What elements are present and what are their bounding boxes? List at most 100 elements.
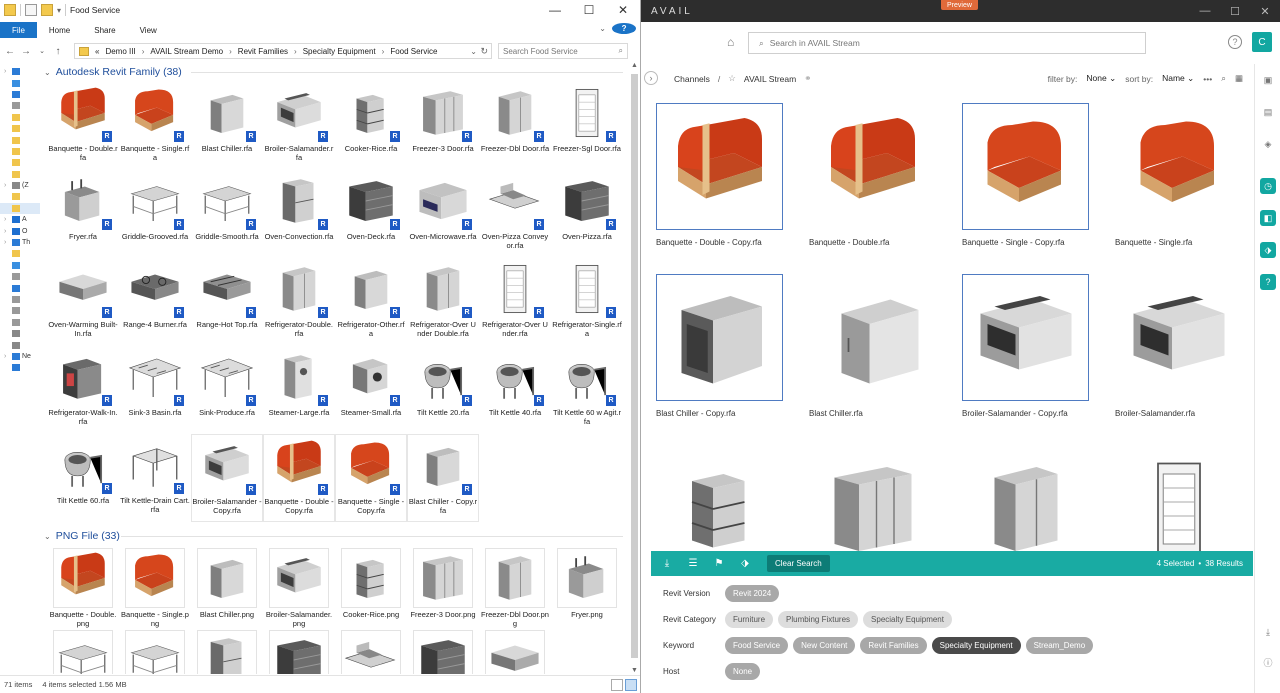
file-tile[interactable]: Blast Chiller.png xyxy=(191,546,263,628)
file-tile[interactable]: R Freezer-Sgl Door.rfa xyxy=(551,82,623,170)
minimize-button[interactable]: — xyxy=(1190,0,1220,22)
breadcrumb[interactable]: « Demo III › AVAIL Stream Demo › Revit Fam… xyxy=(74,43,492,59)
file-tile[interactable]: R Refrigerator-Other.rfa xyxy=(335,258,407,346)
home-icon[interactable]: ⌂ xyxy=(727,35,734,49)
file-tile[interactable]: R Refrigerator-Over Under Double.rfa xyxy=(407,258,479,346)
tab-view[interactable]: View xyxy=(128,22,169,38)
tab-home[interactable]: Home xyxy=(37,22,82,38)
large-icons-view-icon[interactable] xyxy=(625,678,637,691)
download-icon[interactable]: ⤓ xyxy=(657,558,677,569)
asset-card[interactable]: Blast Chiller.rfa xyxy=(809,274,936,418)
file-tile[interactable]: Freezer-3 Door.png xyxy=(407,546,479,628)
file-tile[interactable]: R Blast Chiller - Copy.rfa xyxy=(407,434,479,522)
nav-pane-item[interactable] xyxy=(0,100,40,111)
asset-card[interactable]: Broiler-Salamander - Copy.rfa xyxy=(962,274,1089,418)
crumb-demo-iii[interactable]: Demo III xyxy=(105,47,135,56)
file-tile[interactable]: R Cooker-Rice.rfa xyxy=(335,82,407,170)
back-arrow-icon[interactable]: ← xyxy=(4,46,16,57)
asset-card[interactable]: Banquette - Single - Copy.rfa xyxy=(962,103,1089,247)
file-tile[interactable]: R Oven-Deck.rfa xyxy=(335,170,407,258)
nav-pane-item[interactable] xyxy=(0,271,40,282)
file-tile[interactable]: R Oven-Convection.rfa xyxy=(263,170,335,258)
metadata-chip[interactable]: Food Service xyxy=(725,636,789,654)
search-input[interactable]: ⌕ Search in AVAIL Stream xyxy=(748,32,1146,54)
file-tile[interactable]: R Tilt Kettle-Drain Cart.rfa xyxy=(119,434,191,522)
new-folder-icon[interactable] xyxy=(41,4,53,16)
crumb-channels[interactable]: Channels xyxy=(674,74,710,84)
nav-pane-item[interactable]: › A xyxy=(0,214,40,225)
asset-card[interactable] xyxy=(809,445,936,551)
file-tile[interactable]: Fryer.png xyxy=(551,546,623,628)
file-tile[interactable] xyxy=(263,628,335,674)
refresh-icon[interactable]: ↻ xyxy=(480,46,488,57)
asset-card[interactable]: Banquette - Single.rfa xyxy=(1115,103,1242,247)
nav-pane-item[interactable] xyxy=(0,169,40,180)
scroll-up-icon[interactable]: ▲ xyxy=(629,62,640,69)
nav-pane-item[interactable] xyxy=(0,282,40,293)
nav-pane-item[interactable] xyxy=(0,146,40,157)
file-tile[interactable]: R Banquette - Single.rfa xyxy=(119,82,191,170)
asset-card[interactable] xyxy=(1115,445,1242,551)
file-tile[interactable]: R Tilt Kettle 60 w Agit.rfa xyxy=(551,346,623,434)
asset-card[interactable] xyxy=(962,445,1089,551)
file-tile[interactable]: R Sink-3 Basin.rfa xyxy=(119,346,191,434)
file-tile[interactable]: R Banquette - Double.rfa xyxy=(47,82,119,170)
metadata-chip[interactable]: Plumbing Fixtures xyxy=(778,610,859,628)
file-tile[interactable]: R Refrigerator-Double.rfa xyxy=(263,258,335,346)
scroll-down-icon[interactable]: ▼ xyxy=(629,667,640,674)
expand-ribbon-icon[interactable]: ⌄ xyxy=(599,24,606,33)
vertical-scrollbar[interactable]: ▲ ▼ xyxy=(629,62,640,674)
nav-pane-item[interactable]: › xyxy=(0,66,40,77)
file-tile[interactable]: Broiler-Salamander.png xyxy=(263,546,335,628)
file-tile[interactable]: R Broiler-Salamander - Copy.rfa xyxy=(191,434,263,522)
nav-pane-item[interactable] xyxy=(0,202,40,215)
avatar[interactable]: C xyxy=(1252,32,1272,52)
file-tile[interactable] xyxy=(479,628,551,674)
file-tile[interactable]: R Oven-Pizza Conveyor.rfa xyxy=(479,170,551,258)
file-tile[interactable]: R Freezer-3 Door.rfa xyxy=(407,82,479,170)
file-tile[interactable]: Banquette - Double.png xyxy=(47,546,119,628)
asset-card[interactable]: Banquette - Double.rfa xyxy=(809,103,936,247)
file-tile[interactable]: R Refrigerator-Single.rfa xyxy=(551,258,623,346)
metadata-chip[interactable]: Stream_Demo xyxy=(1025,636,1094,654)
file-tile[interactable] xyxy=(335,628,407,674)
more-icon[interactable]: ••• xyxy=(1203,74,1212,84)
file-tile[interactable]: R Steamer-Large.rfa xyxy=(263,346,335,434)
clock-icon[interactable]: ◷ xyxy=(1260,178,1276,194)
tab-file[interactable]: File xyxy=(0,22,37,38)
nav-pane-item[interactable] xyxy=(0,89,40,100)
zoom-icon[interactable]: ⌕ xyxy=(1221,73,1226,84)
info-icon[interactable]: ⓘ xyxy=(1260,654,1276,670)
nav-pane-item[interactable] xyxy=(0,77,40,88)
recent-dropdown-icon[interactable]: ⌄ xyxy=(36,47,48,55)
close-button[interactable]: ✕ xyxy=(1250,0,1280,22)
file-tile[interactable]: R Steamer-Small.rfa xyxy=(335,346,407,434)
maximize-button[interactable]: ☐ xyxy=(1220,0,1250,22)
tag-icon[interactable]: ⬗ xyxy=(735,558,755,569)
file-tile[interactable] xyxy=(191,628,263,674)
nav-pane-item[interactable]: › Ne xyxy=(0,351,40,362)
help-icon[interactable]: ? xyxy=(612,23,636,34)
file-tile[interactable]: R Oven-Pizza.rfa xyxy=(551,170,623,258)
tag-icon[interactable]: ⬗ xyxy=(1260,242,1276,258)
file-tile[interactable]: R Griddle-Smooth.rfa xyxy=(191,170,263,258)
properties-icon[interactable] xyxy=(25,4,37,16)
file-tile[interactable]: Freezer-Dbl Door.png xyxy=(479,546,551,628)
sort-dropdown[interactable]: Name ⌄ xyxy=(1162,73,1194,84)
file-tile[interactable]: R Oven-Warming Built-In.rfa xyxy=(47,258,119,346)
nav-pane-item[interactable] xyxy=(0,134,40,145)
file-tile[interactable]: R Broiler-Salamander.rfa xyxy=(263,82,335,170)
metadata-chip[interactable]: Revit Families xyxy=(860,636,927,654)
metadata-chip[interactable]: Revit 2024 xyxy=(725,584,780,602)
crumb-avail-stream-demo[interactable]: AVAIL Stream Demo xyxy=(150,47,223,56)
nav-pane-item[interactable] xyxy=(0,112,40,123)
nav-pane-item[interactable] xyxy=(0,362,40,373)
forward-arrow-icon[interactable]: → xyxy=(20,46,32,57)
nav-pane-item[interactable] xyxy=(0,191,40,202)
metadata-chip[interactable]: Furniture xyxy=(725,610,774,628)
grid-view-icon[interactable]: ▦ xyxy=(1235,73,1243,84)
details-view-icon[interactable] xyxy=(611,678,623,691)
file-tile[interactable] xyxy=(407,628,479,674)
properties-icon[interactable]: ☰ xyxy=(683,558,703,569)
quick-access-dropdown-icon[interactable]: ▾ xyxy=(57,6,61,15)
